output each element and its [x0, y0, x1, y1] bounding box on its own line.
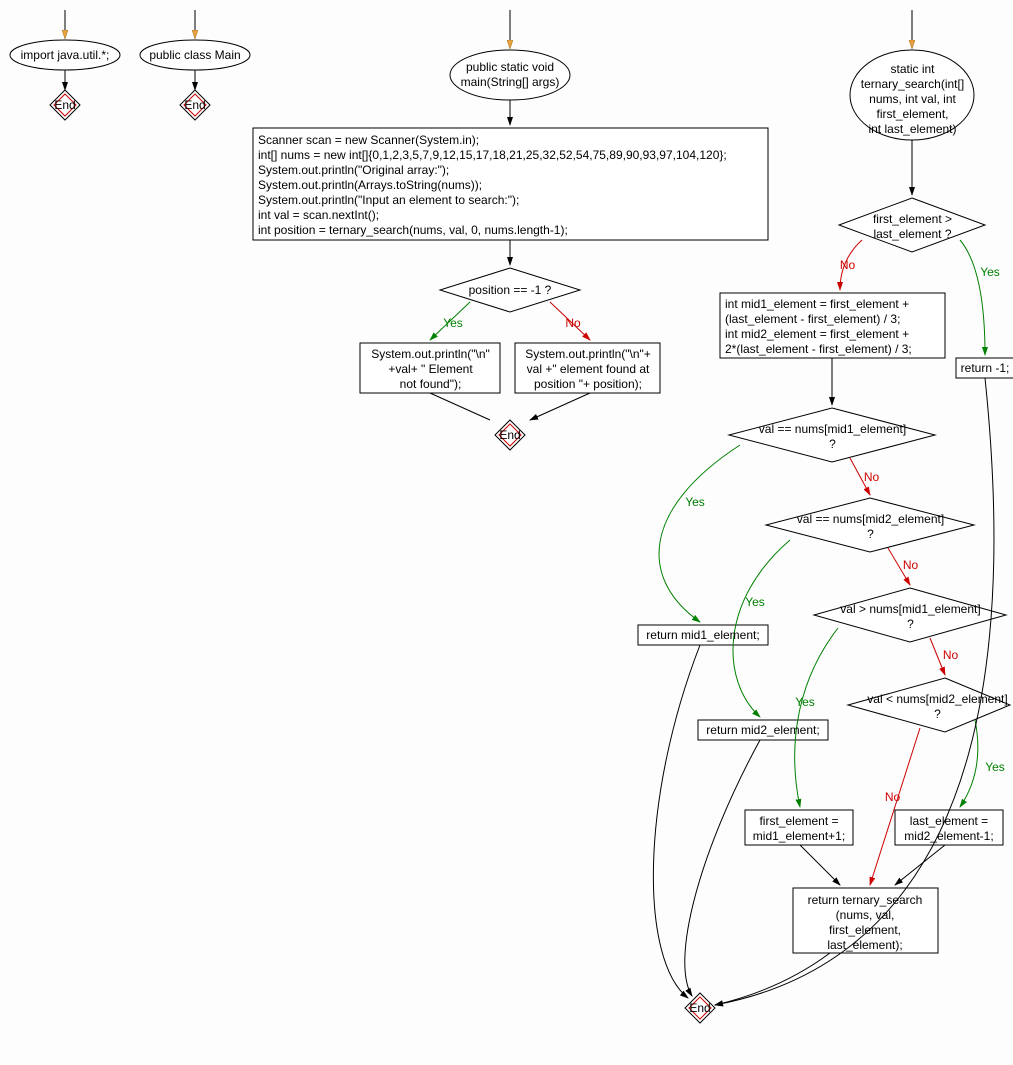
flowchart-canvas [0, 0, 1013, 1065]
